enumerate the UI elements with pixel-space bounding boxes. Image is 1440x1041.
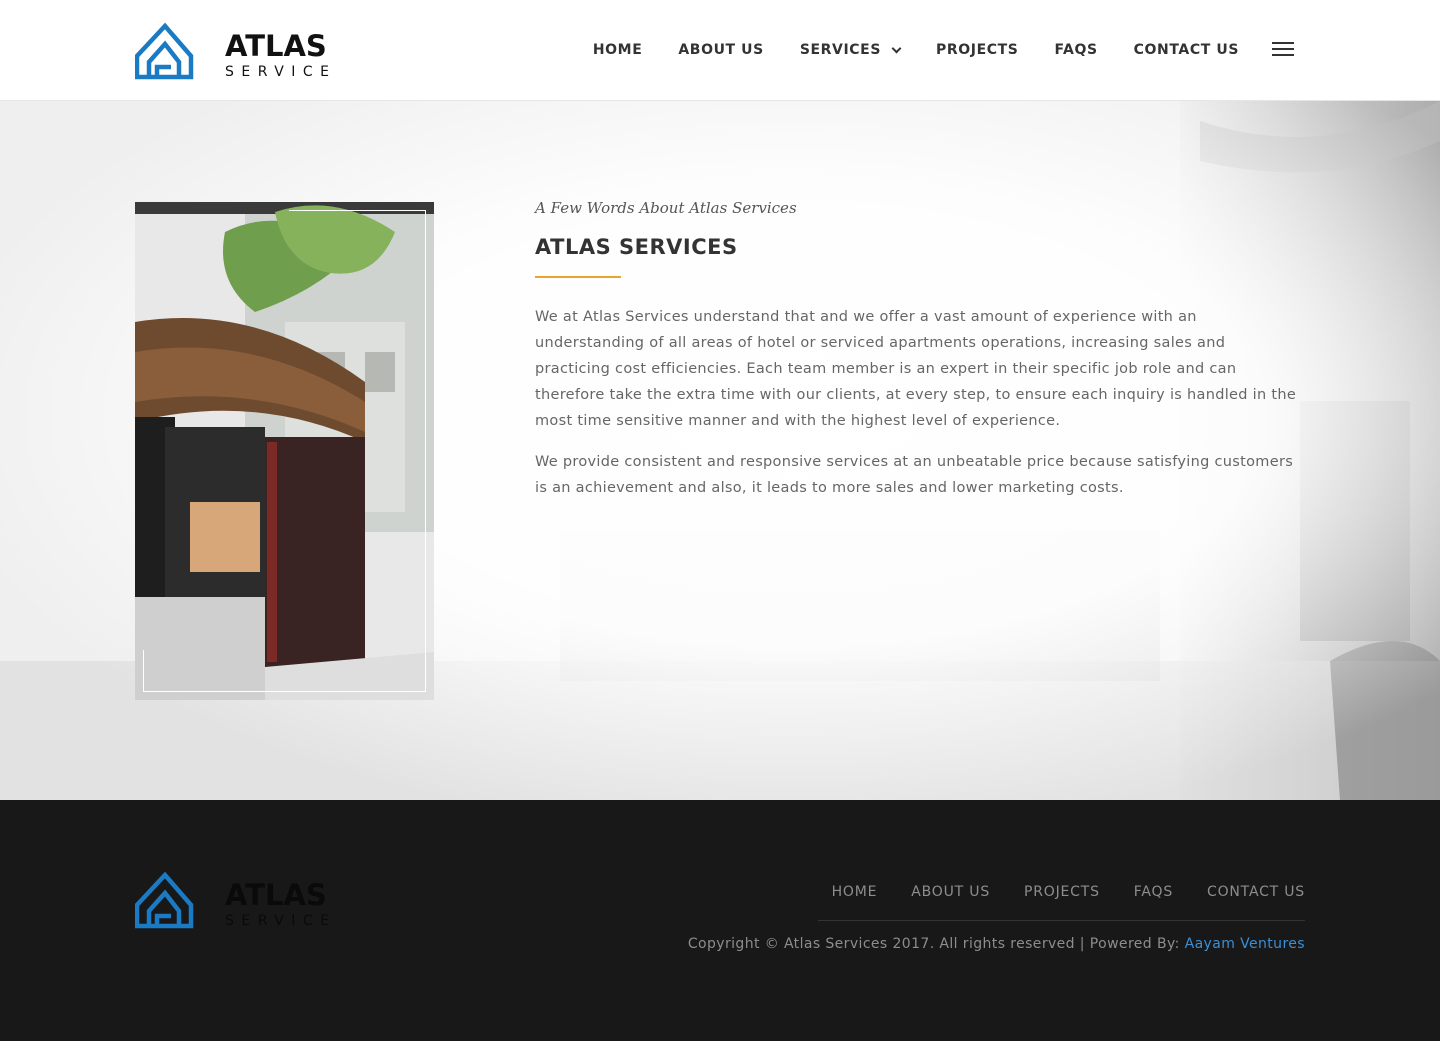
about-section: A Few Words About Atlas Services ATLAS S… xyxy=(0,101,1440,800)
nav-projects-label: PROJECTS xyxy=(936,42,1019,58)
footer-nav: HOME ABOUT US PROJECTS FAQS CONTACT US xyxy=(832,884,1305,900)
courtyard-image xyxy=(135,202,434,700)
footer-nav-faqs[interactable]: FAQS xyxy=(1134,884,1173,900)
site-header: ATLAS SERVICE HOME ABOUT US SERVICES PRO… xyxy=(0,0,1440,101)
copyright-text: Copyright © Atlas Services 2017. All rig… xyxy=(688,936,1305,952)
nav-services[interactable]: SERVICES xyxy=(799,42,902,58)
photo-frame-top xyxy=(289,210,425,211)
copyright-label: Copyright © Atlas Services 2017. All rig… xyxy=(687,936,1185,952)
footer-nav-home[interactable]: HOME xyxy=(832,884,878,900)
nav-services-label: SERVICES xyxy=(799,42,882,58)
footer-nav-contact-us[interactable]: CONTACT US xyxy=(1207,884,1305,900)
footer-logo-sub: SERVICE xyxy=(225,913,331,929)
nav-about-us[interactable]: ABOUT US xyxy=(678,42,763,58)
footer-logo-word: ATLAS xyxy=(225,878,327,912)
photo-frame-right xyxy=(425,210,426,692)
logo-word: ATLAS xyxy=(225,29,327,63)
atlas-logo[interactable]: ATLAS SERVICE xyxy=(135,20,331,80)
main-nav: HOME ABOUT US SERVICES PROJECTS FAQS CON… xyxy=(593,0,1239,100)
footer-nav-projects[interactable]: PROJECTS xyxy=(1024,884,1100,900)
about-subtitle: A Few Words About Atlas Services xyxy=(535,199,797,217)
photo-frame-bottom xyxy=(143,691,426,692)
nav-projects[interactable]: PROJECTS xyxy=(936,42,1018,58)
title-accent-bar xyxy=(535,276,621,278)
photo-frame-left xyxy=(143,650,144,692)
office-photo xyxy=(135,202,434,700)
logo-mark-icon xyxy=(135,22,194,80)
nav-home-label: HOME xyxy=(592,42,643,58)
about-title: ATLAS SERVICES xyxy=(535,235,738,259)
about-text: A Few Words About Atlas Services ATLAS S… xyxy=(535,198,1305,501)
nav-contact-us-label: CONTACT US xyxy=(1133,42,1239,58)
powered-by-link[interactable]: Aayam Ventures xyxy=(1185,936,1305,952)
footer-nav-about-us[interactable]: ABOUT US xyxy=(911,884,990,900)
footer-divider xyxy=(818,920,1305,921)
footer-logo[interactable]: ATLAS SERVICE xyxy=(135,869,331,929)
logo-mark-icon xyxy=(135,871,194,929)
site-footer: ATLAS SERVICE HOME ABOUT US PROJECTS FAQ… xyxy=(0,800,1440,1041)
nav-faqs[interactable]: FAQS xyxy=(1054,42,1097,58)
nav-about-us-label: ABOUT US xyxy=(678,42,764,58)
logo-sub: SERVICE xyxy=(225,64,331,80)
about-paragraph-1: We at Atlas Services understand that and… xyxy=(535,309,1297,429)
nav-contact-us[interactable]: CONTACT US xyxy=(1134,42,1239,58)
about-paragraph-2: We provide consistent and responsive ser… xyxy=(535,454,1294,496)
nav-faqs-label: FAQS xyxy=(1054,42,1098,58)
chevron-down-icon xyxy=(891,43,902,53)
nav-home[interactable]: HOME xyxy=(593,42,643,58)
hamburger-icon[interactable] xyxy=(1272,42,1294,57)
